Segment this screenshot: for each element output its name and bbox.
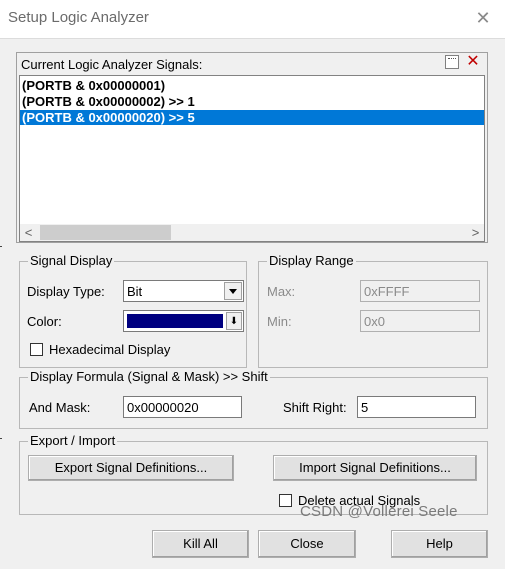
kill-all-button[interactable]: Kill All bbox=[152, 530, 249, 558]
group-title: Export / Import bbox=[28, 433, 118, 448]
import-signals-button[interactable]: Import Signal Definitions... bbox=[273, 455, 477, 481]
formula-group: Display Formula (Signal & Mask) >> Shift… bbox=[19, 369, 488, 429]
list-item[interactable]: (PORTB & 0x00000001) bbox=[20, 78, 484, 93]
dialog-body: Current Logic Analyzer Signals: ✕ (PORTB… bbox=[0, 38, 505, 569]
export-signals-button[interactable]: Export Signal Definitions... bbox=[28, 455, 234, 481]
list-item-selected[interactable]: (PORTB & 0x00000020) >> 5 bbox=[20, 110, 484, 125]
scroll-left-icon[interactable]: < bbox=[20, 224, 37, 241]
scroll-right-icon[interactable]: > bbox=[467, 224, 484, 241]
min-label: Min: bbox=[267, 314, 292, 329]
close-icon[interactable]: ✕ bbox=[471, 6, 495, 30]
max-label: Max: bbox=[267, 284, 296, 299]
edge-mark bbox=[0, 438, 2, 439]
color-dropdown-icon[interactable]: ⬇ bbox=[226, 312, 242, 330]
display-type-label: Display Type: bbox=[27, 284, 105, 299]
shift-right-label: Shift Right: bbox=[283, 400, 347, 415]
and-mask-input[interactable]: 0x00000020 bbox=[123, 396, 242, 418]
color-select[interactable]: ⬇ bbox=[123, 310, 244, 332]
min-field: 0x0 bbox=[360, 310, 480, 332]
group-title: Display Range bbox=[267, 253, 356, 268]
delete-signals-label[interactable]: Delete actual Signals bbox=[298, 493, 420, 508]
signals-label: Current Logic Analyzer Signals: bbox=[21, 57, 203, 72]
window-title: Setup Logic Analyzer bbox=[8, 9, 149, 26]
scroll-thumb[interactable] bbox=[40, 225, 171, 240]
display-type-select[interactable]: Bit bbox=[123, 280, 244, 302]
title-bar: Setup Logic Analyzer ✕ bbox=[0, 0, 505, 38]
help-button[interactable]: Help bbox=[391, 530, 488, 558]
list-item[interactable]: (PORTB & 0x00000002) >> 1 bbox=[20, 94, 484, 109]
display-range-group: Display Range Max: 0xFFFF Min: 0x0 bbox=[258, 253, 488, 368]
close-button[interactable]: Close bbox=[258, 530, 356, 558]
and-mask-label: And Mask: bbox=[29, 400, 91, 415]
delete-signals-checkbox[interactable] bbox=[279, 494, 292, 507]
shift-right-input[interactable]: 5 bbox=[357, 396, 476, 418]
hex-display-checkbox[interactable] bbox=[30, 343, 43, 356]
chevron-down-icon[interactable] bbox=[224, 282, 242, 300]
signals-list[interactable]: (PORTB & 0x00000001) (PORTB & 0x00000002… bbox=[19, 75, 485, 242]
edge-mark bbox=[0, 246, 2, 247]
color-swatch bbox=[127, 314, 223, 328]
new-signal-icon[interactable] bbox=[445, 55, 459, 69]
display-type-value: Bit bbox=[127, 284, 143, 299]
group-title: Signal Display bbox=[28, 253, 115, 268]
max-field: 0xFFFF bbox=[360, 280, 480, 302]
hex-display-label[interactable]: Hexadecimal Display bbox=[49, 342, 170, 357]
signal-display-group: Signal Display Display Type: Bit Color: … bbox=[19, 253, 247, 368]
horizontal-scrollbar[interactable]: < > bbox=[20, 224, 484, 241]
delete-signal-icon[interactable]: ✕ bbox=[465, 54, 481, 70]
signals-panel: Current Logic Analyzer Signals: ✕ (PORTB… bbox=[16, 52, 488, 243]
color-label: Color: bbox=[27, 314, 62, 329]
export-import-group: Export / Import Export Signal Definition… bbox=[19, 433, 488, 515]
group-title: Display Formula (Signal & Mask) >> Shift bbox=[28, 369, 270, 384]
